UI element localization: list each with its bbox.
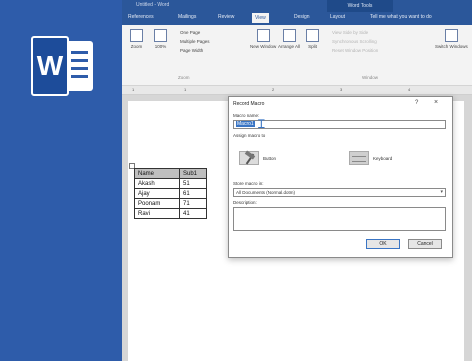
- record-macro-dialog: Record Macro ? × Macro name: Macro1 Ɪ As…: [228, 96, 453, 258]
- dialog-title: Record Macro: [233, 101, 265, 107]
- chevron-down-icon: ▾: [440, 189, 443, 195]
- tell-me-box[interactable]: Tell me what you want to do: [370, 14, 432, 20]
- cell-sub1: 61: [179, 188, 207, 199]
- page-width-button[interactable]: Page Width: [180, 48, 203, 53]
- assign-macro-label: Assign macro to: [233, 133, 266, 138]
- view-side-by-side-button[interactable]: View Side by Side: [332, 30, 368, 35]
- page-100-icon: [154, 29, 167, 42]
- table-row: Ravi 41: [134, 208, 207, 219]
- cell-name: Akash: [134, 178, 180, 189]
- assign-keyboard-option[interactable]: Keyboard: [349, 151, 392, 165]
- tab-view[interactable]: View: [252, 13, 269, 23]
- zoom-button[interactable]: Zoom: [130, 29, 143, 49]
- split-button[interactable]: Split: [306, 29, 319, 49]
- multiple-pages-button[interactable]: Multiple Pages: [180, 39, 210, 44]
- window-group-label: Window: [362, 75, 379, 80]
- description-input[interactable]: [233, 207, 446, 231]
- store-macro-label: Store macro in:: [233, 181, 264, 186]
- split-icon: [306, 29, 319, 42]
- zoom-group-label: Zoom: [178, 75, 190, 80]
- table-row: Ajay 61: [134, 188, 207, 199]
- cancel-button[interactable]: Cancel: [408, 239, 442, 249]
- ribbon: Zoom 100% One Page Multiple Pages Page W…: [122, 25, 472, 86]
- zoom-100-button[interactable]: 100%: [154, 29, 167, 49]
- macro-name-label: Macro name:: [233, 113, 260, 118]
- switch-windows-button[interactable]: Switch Windows: [435, 29, 468, 49]
- assign-button-option[interactable]: Button: [239, 151, 276, 165]
- cell-sub1: 71: [179, 198, 207, 209]
- ok-button[interactable]: OK: [366, 239, 400, 249]
- one-page-button[interactable]: One Page: [180, 30, 200, 35]
- magnifier-icon: [130, 29, 143, 42]
- window-title: Untitled - Word: [136, 2, 170, 8]
- word-logo-letter: W: [31, 36, 69, 96]
- app-splash-panel: W: [0, 0, 122, 361]
- contextual-title: Word Tools: [327, 0, 393, 12]
- keyboard-icon: [349, 151, 369, 165]
- reset-window-position-button[interactable]: Reset Window Position: [332, 48, 378, 53]
- store-macro-select[interactable]: All Documents (Normal.dotm) ▾: [233, 188, 446, 197]
- header-sub1: Sub1: [179, 168, 207, 179]
- ribbon-tabs: References Mailings Review View Design L…: [122, 12, 472, 25]
- table-header-row: Name Sub1: [134, 168, 207, 179]
- horizontal-ruler[interactable]: 1 1 2 3 4: [122, 86, 472, 95]
- data-table[interactable]: Name Sub1 Akash 51 Ajay 61 Poonam 71 Rav…: [134, 168, 207, 219]
- text-cursor-icon: Ɪ: [258, 117, 265, 131]
- synchronous-scrolling-button[interactable]: Synchronous Scrolling: [332, 39, 377, 44]
- close-icon[interactable]: ×: [434, 99, 438, 106]
- help-icon[interactable]: ?: [415, 100, 418, 106]
- header-name: Name: [134, 168, 180, 179]
- table-row: Poonam 71: [134, 198, 207, 209]
- new-window-icon: [256, 29, 270, 42]
- macro-name-value: Macro1: [236, 121, 255, 127]
- cell-name: Ravi: [134, 208, 180, 219]
- tab-design[interactable]: Design: [294, 14, 310, 20]
- word-logo-icon: W: [31, 36, 93, 96]
- arrange-all-button[interactable]: Arrange All: [278, 29, 300, 49]
- tab-references[interactable]: References: [128, 14, 154, 20]
- new-window-button[interactable]: New Window: [250, 29, 276, 49]
- table-row: Akash 51: [134, 178, 207, 189]
- cell-name: Ajay: [134, 188, 180, 199]
- cell-name: Poonam: [134, 198, 180, 209]
- tab-review[interactable]: Review: [218, 14, 234, 20]
- cell-sub1: 51: [179, 178, 207, 189]
- switch-windows-icon: [444, 29, 458, 42]
- description-label: Description:: [233, 200, 257, 205]
- tab-mailings[interactable]: Mailings: [178, 14, 196, 20]
- tab-layout[interactable]: Layout: [330, 14, 345, 20]
- title-bar: Untitled - Word Word Tools: [122, 0, 472, 12]
- arrange-all-icon: [282, 29, 296, 42]
- cell-sub1: 41: [179, 208, 207, 219]
- hammer-icon: [239, 151, 259, 165]
